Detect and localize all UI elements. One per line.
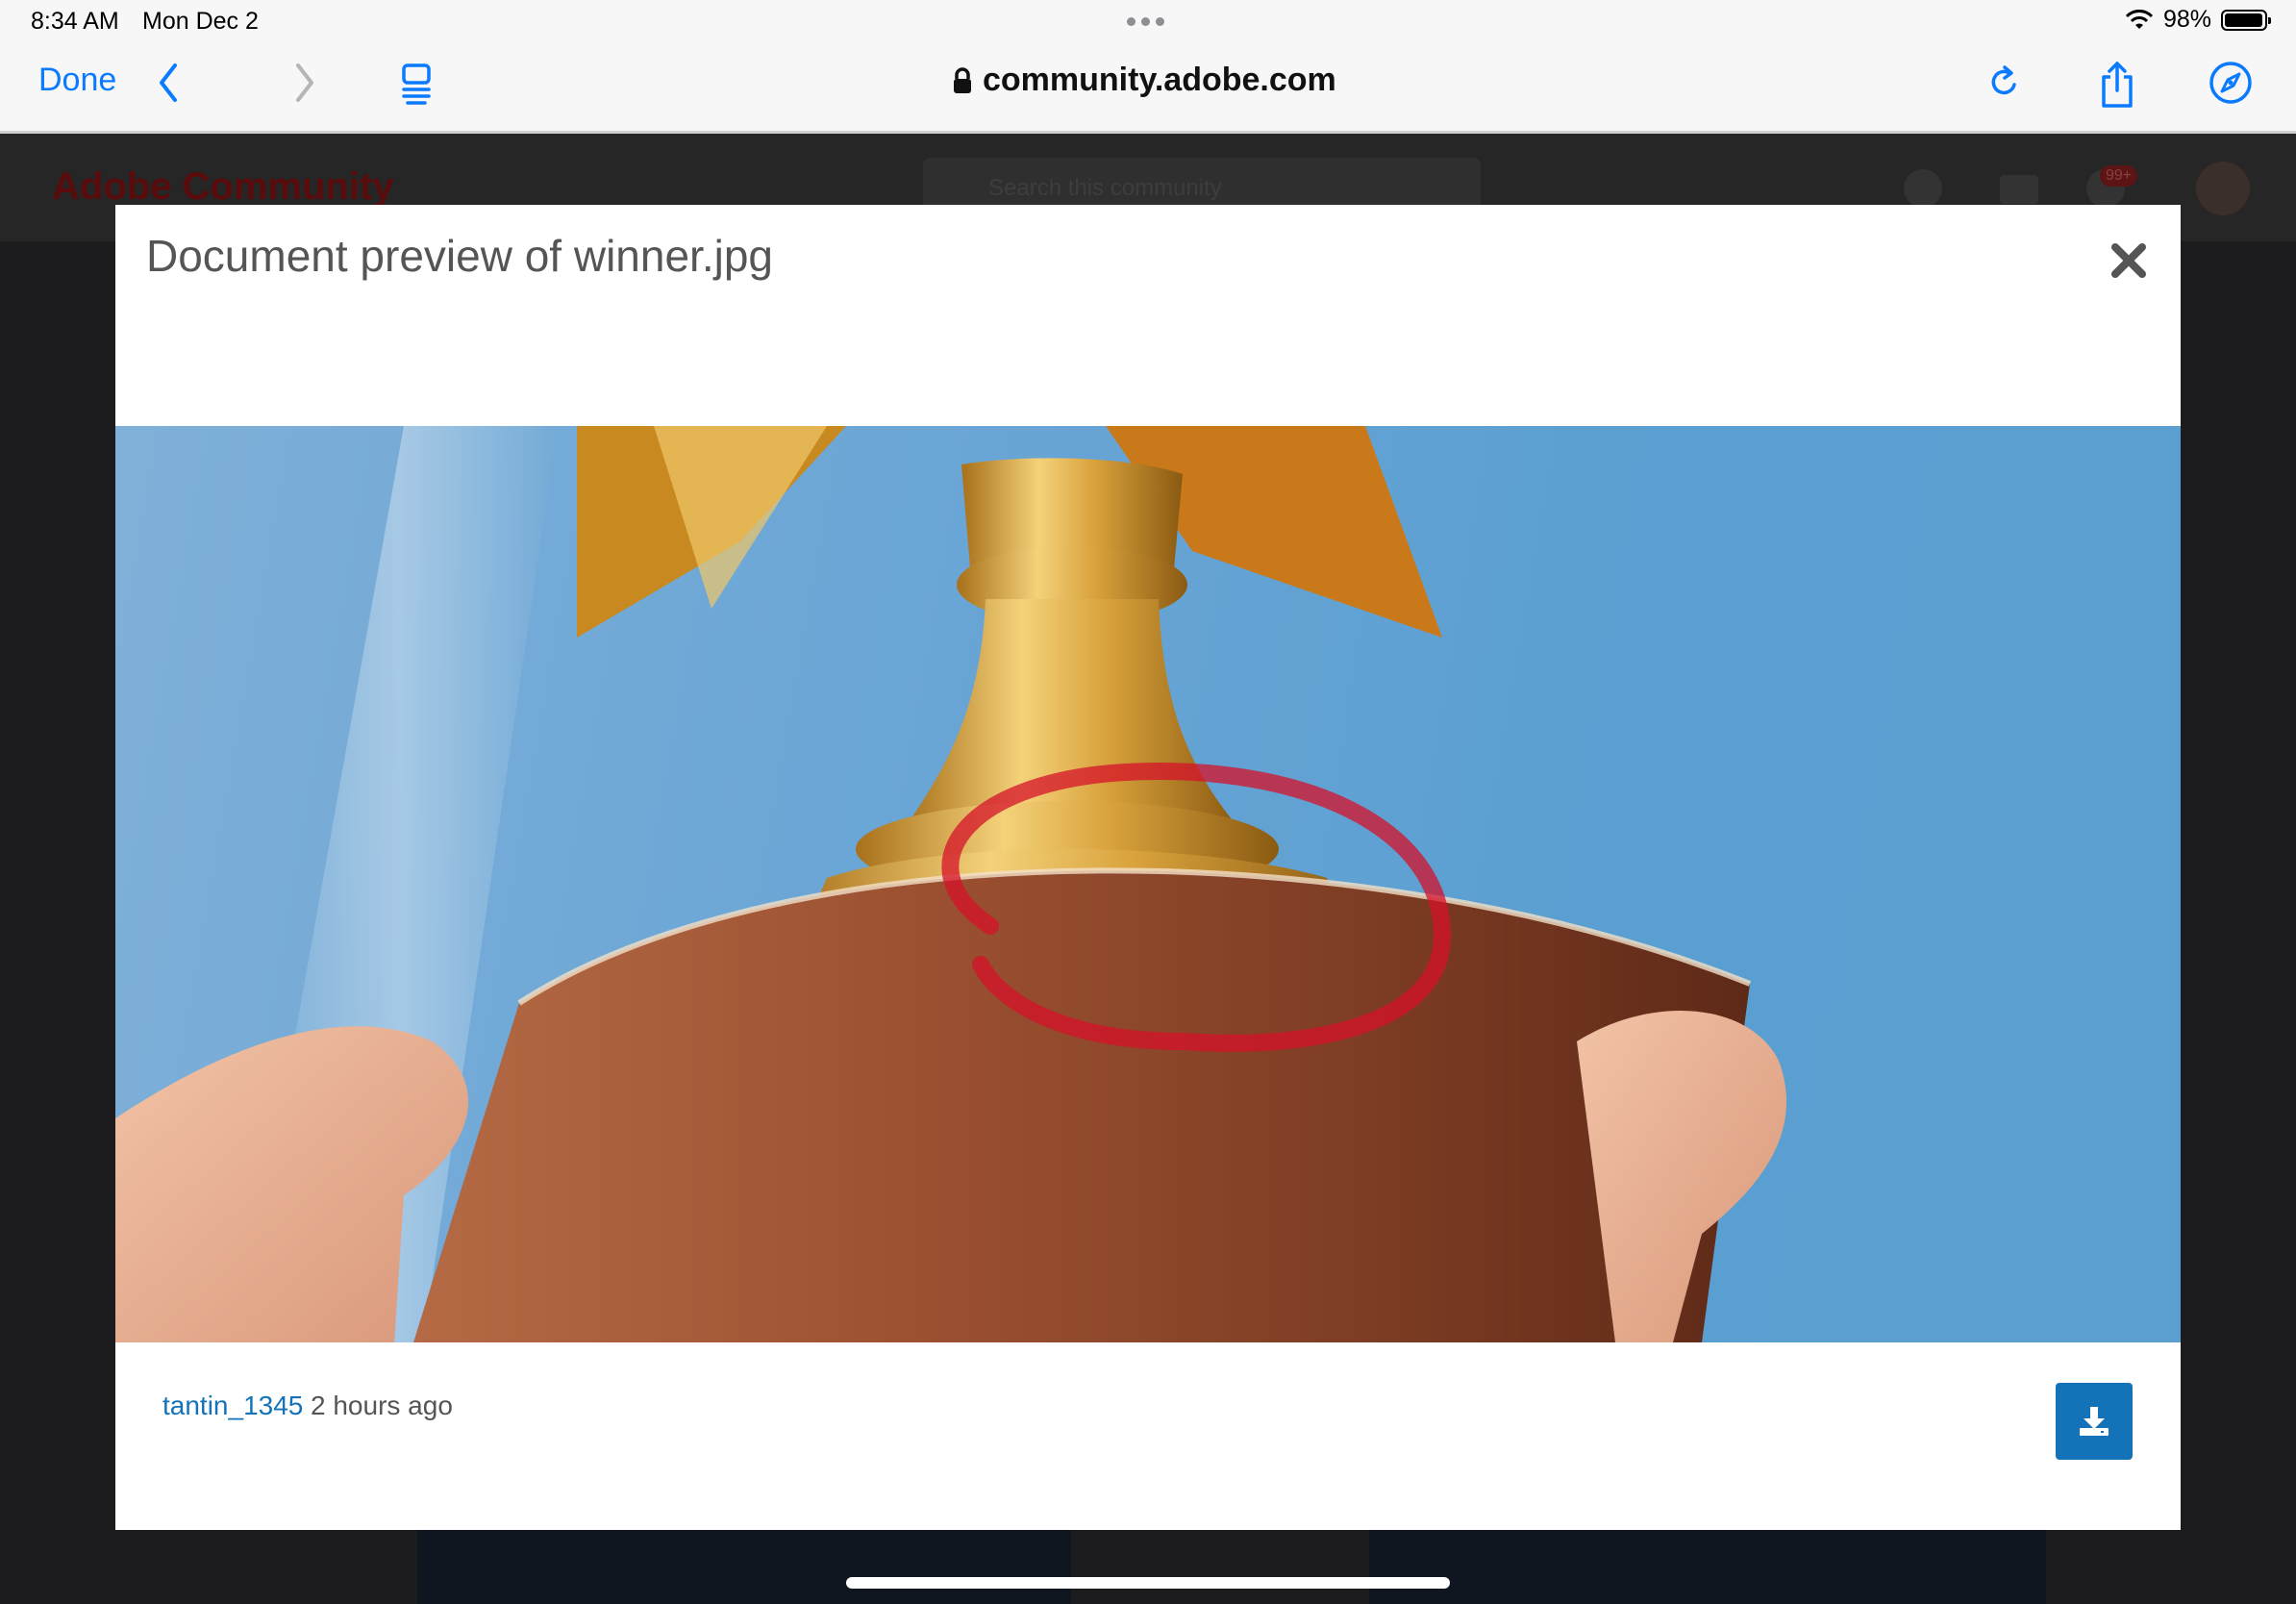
wifi-icon [2125,9,2154,29]
status-date: Mon Dec 2 [142,8,259,35]
community-search-placeholder: Search this community [988,175,1222,201]
trophy-image [115,426,1787,1342]
globe-icon [1904,169,1942,208]
battery-icon [2221,9,2271,31]
post-timestamp: 2 hours ago [311,1391,453,1420]
battery-percentage: 98% [2162,6,2211,33]
close-icon[interactable] [2108,239,2150,282]
background-thumbnail [417,1529,1071,1604]
safari-toolbar: 8:34 AM Mon Dec 2 98% Done community.ado… [0,0,2296,134]
background-thumbnail [1369,1529,2046,1604]
home-indicator[interactable] [846,1577,1450,1589]
tabs-icon[interactable] [400,60,435,106]
compass-icon[interactable] [2208,60,2254,106]
share-icon[interactable] [2096,60,2138,110]
status-indicators: 98% [2125,6,2271,34]
adobe-community-logo: Adobe Community [52,165,394,208]
modal-title: Document preview of winner.jpg [146,231,773,281]
modal-footer: tantin_1345 2 hours ago [115,1342,2181,1530]
back-chevron-icon[interactable] [154,60,183,106]
download-button[interactable] [2056,1383,2133,1460]
lock-icon [954,66,971,93]
done-button[interactable]: Done [38,62,116,99]
document-preview-modal: Document preview of winner.jpg tantin_13… [115,205,2181,1530]
url-text: community.adobe.com [983,62,1336,98]
reload-icon[interactable] [1984,60,2023,106]
avatar [2196,162,2250,215]
image-preview [115,426,2181,1342]
forward-chevron-icon[interactable] [290,60,319,106]
status-time: 8:34 AM [31,8,119,35]
author-link[interactable]: tantin_1345 [162,1391,303,1421]
address-bar[interactable]: community.adobe.com [952,62,1336,99]
notification-badge: 99+ [2100,165,2138,187]
download-icon [2080,1407,2109,1436]
mail-icon [2000,175,2038,204]
multitasking-dots-icon[interactable] [1127,17,1164,26]
